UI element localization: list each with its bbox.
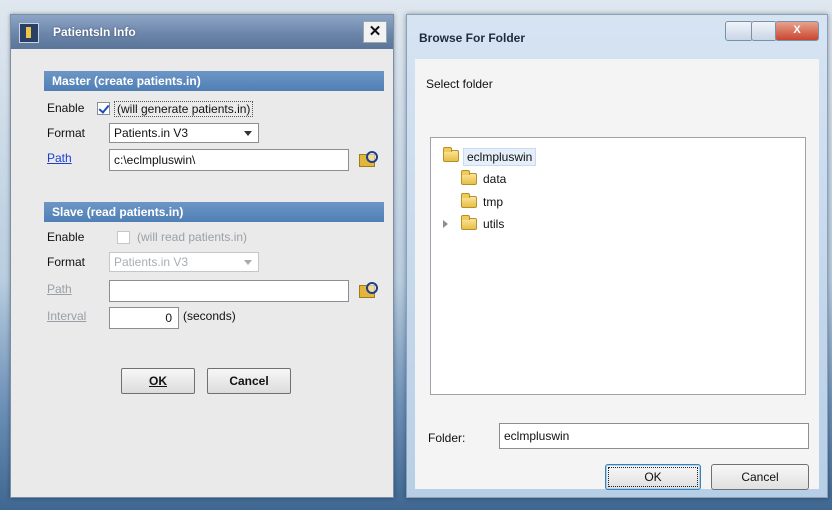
slave-path-input[interactable] [109, 280, 349, 302]
slave-format-select[interactable]: Patients.in V3 [109, 252, 259, 272]
browse-folder-icon[interactable] [358, 281, 378, 299]
folder-label: Folder: [428, 431, 466, 445]
master-format-value: Patients.in V3 [114, 126, 189, 140]
cancel-button-label: Cancel [741, 470, 779, 484]
ok-button-label: OK [149, 374, 167, 388]
slave-interval-unit: (seconds) [183, 309, 236, 323]
slave-interval-label: Interval [47, 309, 87, 323]
slave-interval-input[interactable]: 0 [109, 307, 179, 329]
folder-icon [443, 147, 459, 162]
slave-format-label: Format [47, 255, 86, 269]
master-enable-checkbox[interactable] [97, 102, 110, 115]
slave-format-value: Patients.in V3 [114, 255, 189, 269]
slave-path-link[interactable]: Path [47, 282, 72, 296]
cancel-button-label: Cancel [229, 374, 269, 388]
master-format-label: Format [47, 126, 86, 140]
browse-folder-icon[interactable] [358, 150, 378, 168]
title-bar[interactable]: PatientsIn Info ✕ [11, 15, 393, 49]
master-enable-desc: (will generate patients.in) [114, 101, 254, 117]
minimize-icon[interactable] [725, 21, 753, 41]
master-enable-label: Enable [47, 101, 85, 115]
tree-item-label: data [483, 172, 507, 186]
patientsin-info-dialog: PatientsIn Info ✕ Master (create patient… [10, 14, 394, 498]
tree-item-label: utils [483, 217, 505, 231]
ok-button[interactable]: OK [605, 464, 701, 490]
folder-icon [461, 215, 477, 230]
cancel-button[interactable]: Cancel [711, 464, 809, 490]
master-format-select[interactable]: Patients.in V3 [109, 123, 259, 143]
dialog-client: Select folder eclmpluswin data tmp utils… [415, 59, 819, 490]
select-folder-prompt: Select folder [426, 77, 493, 91]
ok-button-label: OK [644, 470, 662, 484]
maximize-icon[interactable] [751, 21, 777, 41]
folder-icon [461, 170, 477, 185]
dialog-title: PatientsIn Info [53, 25, 136, 39]
slave-enable-checkbox[interactable] [117, 231, 130, 244]
app-icon [19, 23, 39, 43]
dropdown-arrow-icon [244, 260, 252, 265]
tree-item-label: eclmpluswin [463, 148, 537, 166]
master-path-input[interactable]: c:\eclmpluswin\ [109, 149, 349, 171]
slave-enable-label: Enable [47, 230, 85, 244]
slave-section-header: Slave (read patients.in) [44, 202, 384, 222]
dropdown-arrow-icon [244, 131, 252, 136]
master-path-link[interactable]: Path [47, 151, 72, 165]
folder-tree[interactable]: eclmpluswin data tmp utils [430, 137, 806, 395]
cancel-button[interactable]: Cancel [207, 368, 291, 394]
expand-arrow-icon[interactable] [443, 220, 448, 228]
master-section-header: Master (create patients.in) [44, 71, 384, 91]
slave-enable-desc: (will read patients.in) [137, 230, 248, 244]
ok-button[interactable]: OK [121, 368, 195, 394]
folder-input[interactable]: eclmpluswin [499, 423, 809, 449]
close-icon[interactable]: ✕ [363, 21, 387, 43]
browse-for-folder-dialog: Browse For Folder X Select folder eclmpl… [406, 14, 828, 498]
folder-icon [461, 193, 477, 208]
tree-item-label: tmp [483, 195, 504, 209]
dialog-title: Browse For Folder [419, 31, 526, 45]
close-icon[interactable]: X [775, 21, 819, 41]
